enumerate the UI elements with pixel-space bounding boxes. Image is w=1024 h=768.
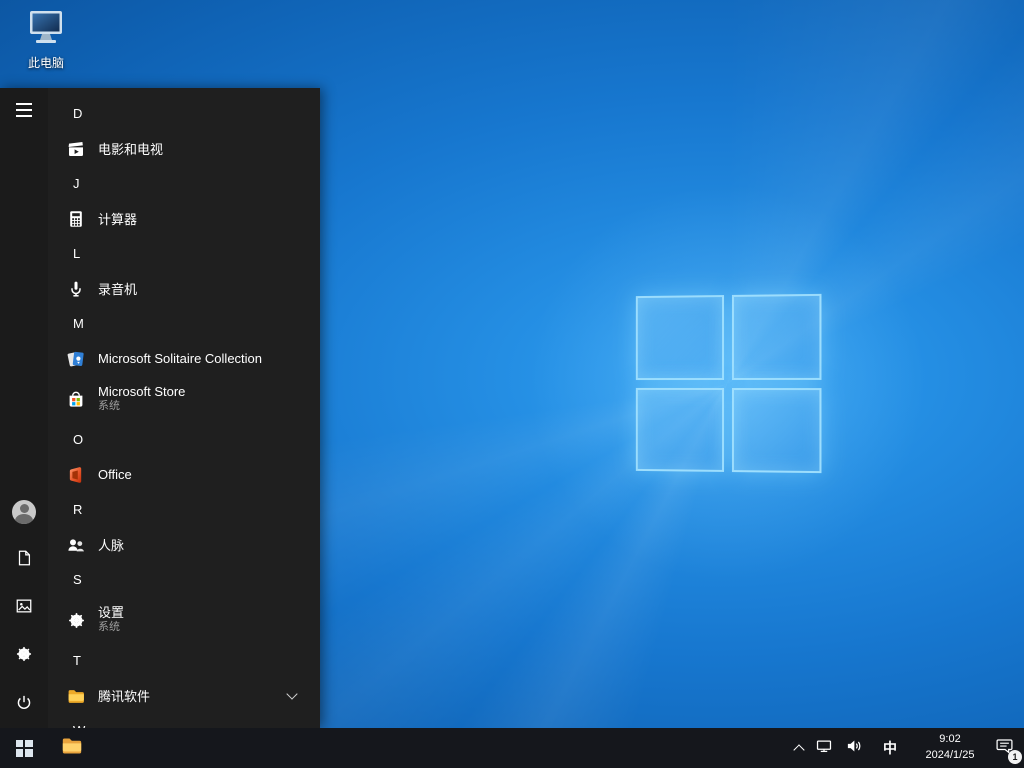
section-letter: M xyxy=(73,316,84,331)
section-header-d[interactable]: D xyxy=(48,96,320,131)
app-item-voice-recorder[interactable]: 录音机 xyxy=(48,271,320,306)
app-item-office[interactable]: Office xyxy=(48,457,320,492)
network-status-button[interactable] xyxy=(809,728,839,768)
people-icon xyxy=(65,534,87,556)
app-item-label: 电影和电视 xyxy=(98,142,164,157)
power-button[interactable] xyxy=(0,680,48,728)
gear-icon xyxy=(15,645,33,668)
folder-icon xyxy=(65,685,87,707)
app-item-label: 人脉 xyxy=(98,538,125,553)
settings-button[interactable] xyxy=(0,632,48,680)
solitaire-cards-icon xyxy=(65,348,87,370)
start-menu-rail xyxy=(0,88,48,728)
windows-logo-pane xyxy=(635,387,724,472)
section-header-l[interactable]: L xyxy=(48,236,320,271)
clock[interactable]: 9:02 2024/1/25 xyxy=(911,728,989,768)
app-item-label: 录音机 xyxy=(98,282,138,297)
app-item-calculator[interactable]: 计算器 xyxy=(48,201,320,236)
section-header-m[interactable]: M xyxy=(48,306,320,341)
microphone-icon xyxy=(65,278,87,300)
section-letter: T xyxy=(73,653,81,668)
section-letter: L xyxy=(73,246,81,261)
app-item-settings[interactable]: 设置 系统 xyxy=(48,597,320,643)
ime-language-label: 中 xyxy=(883,740,897,756)
chevron-down-icon xyxy=(286,687,298,700)
action-center-button[interactable]: 1 xyxy=(989,728,1024,768)
microsoft-store-icon xyxy=(65,388,87,410)
hamburger-icon xyxy=(16,102,32,122)
section-header-j[interactable]: J xyxy=(48,166,320,201)
calculator-icon xyxy=(65,208,87,230)
volume-button[interactable] xyxy=(839,728,869,768)
section-letter: S xyxy=(73,572,82,587)
speaker-icon xyxy=(845,737,863,760)
section-header-s[interactable]: S xyxy=(48,562,320,597)
this-pc-label: 此电脑 xyxy=(27,56,64,70)
app-item-label: Microsoft Solitaire Collection xyxy=(98,351,263,366)
notification-count-badge: 1 xyxy=(1008,750,1022,764)
app-item-movies-tv[interactable]: 电影和电视 xyxy=(48,131,320,166)
pictures-icon xyxy=(15,597,33,620)
app-item-label: 计算器 xyxy=(98,212,138,227)
app-item-subtitle: 系统 xyxy=(98,400,120,413)
file-explorer-icon xyxy=(60,734,84,763)
start-button[interactable] xyxy=(0,728,48,768)
user-account-button[interactable] xyxy=(0,488,48,536)
section-header-o[interactable]: O xyxy=(48,422,320,457)
all-apps-list: D 电影和电视 J 计算器 L 录音机 M Microsoft Solitair… xyxy=(48,88,320,728)
documents-button[interactable] xyxy=(0,536,48,584)
app-item-solitaire[interactable]: Microsoft Solitaire Collection xyxy=(48,341,320,376)
app-item-microsoft-store[interactable]: Microsoft Store 系统 xyxy=(48,376,320,422)
section-header-r[interactable]: R xyxy=(48,492,320,527)
windows-logo-pane xyxy=(731,293,822,380)
user-avatar-icon xyxy=(12,500,36,524)
windows-logo-pane xyxy=(731,387,822,474)
ime-indicator[interactable]: 中 xyxy=(869,728,911,768)
windows-logo-icon xyxy=(15,739,33,757)
section-header-w[interactable]: W xyxy=(48,713,320,728)
section-letter: J xyxy=(73,176,80,191)
windows-logo-pane xyxy=(635,295,724,380)
chevron-up-icon xyxy=(793,743,805,756)
section-letter: D xyxy=(73,106,83,121)
app-item-people[interactable]: 人脉 xyxy=(48,527,320,562)
clock-date: 2024/1/25 xyxy=(925,749,975,761)
app-item-label: Office xyxy=(98,467,132,482)
app-item-label: 设置 xyxy=(98,605,125,620)
app-group-tencent[interactable]: 腾讯软件 xyxy=(48,678,320,713)
power-icon xyxy=(15,693,33,716)
office-icon xyxy=(65,464,87,486)
taskbar: 中 9:02 2024/1/25 1 xyxy=(0,728,1024,768)
movies-tv-icon xyxy=(65,138,87,160)
document-icon xyxy=(15,549,33,572)
pictures-button[interactable] xyxy=(0,584,48,632)
windows-logo-wallpaper xyxy=(635,293,822,474)
app-item-label: 腾讯软件 xyxy=(98,689,151,704)
expand-menu-button[interactable] xyxy=(0,88,48,136)
settings-gear-icon xyxy=(65,609,87,631)
clock-time: 9:02 xyxy=(939,733,961,746)
this-pc-desktop-icon[interactable]: 此电脑 xyxy=(8,8,84,71)
section-header-t[interactable]: T xyxy=(48,643,320,678)
app-item-subtitle: 系统 xyxy=(98,621,120,634)
file-explorer-button[interactable] xyxy=(48,728,96,768)
tray-overflow-button[interactable] xyxy=(789,728,809,768)
section-letter: O xyxy=(73,432,84,447)
network-icon xyxy=(815,737,833,760)
section-letter: R xyxy=(73,502,83,517)
start-menu: D 电影和电视 J 计算器 L 录音机 M Microsoft Solitair… xyxy=(0,88,320,728)
computer-icon xyxy=(24,8,68,51)
app-item-label: Microsoft Store xyxy=(98,384,186,399)
system-tray: 中 9:02 2024/1/25 1 xyxy=(789,728,1024,768)
